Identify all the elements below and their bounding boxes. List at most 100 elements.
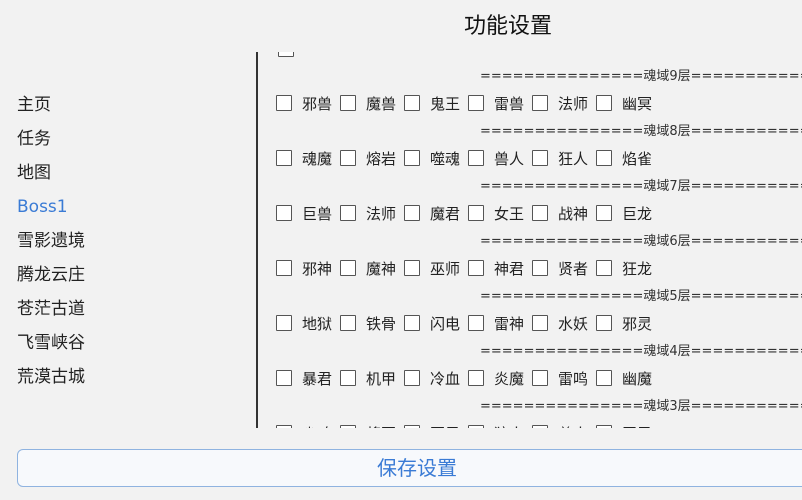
option-checkbox-item[interactable]: 法师 bbox=[532, 93, 596, 114]
option-checkbox-item[interactable]: 雷神 bbox=[468, 313, 532, 334]
option-checkbox-item[interactable]: 狂龙 bbox=[596, 258, 660, 279]
save-settings-button[interactable]: 保存设置 bbox=[17, 449, 802, 487]
option-checkbox-item[interactable]: 地狱 bbox=[276, 313, 340, 334]
option-checkbox-item[interactable]: 邪神 bbox=[276, 258, 340, 279]
sidebar-item-boss1[interactable]: Boss1 bbox=[0, 190, 250, 224]
sidebar-item-ancient-road[interactable]: 苍茫古道 bbox=[0, 292, 250, 326]
option-checkbox-item[interactable]: 闪电 bbox=[404, 313, 468, 334]
option-checkbox-item[interactable]: 魔君 bbox=[404, 203, 468, 224]
option-checkbox-item[interactable]: 战神 bbox=[532, 203, 596, 224]
checkbox[interactable] bbox=[596, 370, 612, 386]
option-checkbox-item[interactable]: 幽魂 bbox=[276, 423, 340, 428]
checkbox-label: 炎魔 bbox=[494, 369, 525, 388]
checkbox[interactable] bbox=[596, 260, 612, 276]
checkbox[interactable] bbox=[340, 95, 356, 111]
checkbox[interactable] bbox=[468, 370, 484, 386]
option-checkbox-item[interactable]: 神君 bbox=[468, 258, 532, 279]
boss-options-panel[interactable]: ===============魂域9层=============== 邪兽 魔兽 鬼王… bbox=[276, 52, 802, 428]
checkbox[interactable] bbox=[340, 205, 356, 221]
sidebar-item-map[interactable]: 地图 bbox=[0, 156, 250, 190]
checkbox[interactable] bbox=[404, 150, 420, 166]
sidebar-item-home[interactable]: 主页 bbox=[0, 88, 250, 122]
option-checkbox-item[interactable]: 熔岩 bbox=[340, 148, 404, 169]
sidebar-item-tasks[interactable]: 任务 bbox=[0, 122, 250, 156]
option-checkbox-item[interactable]: 鬼王 bbox=[404, 93, 468, 114]
checkbox[interactable] bbox=[404, 315, 420, 331]
option-checkbox-item[interactable]: 巨兽 bbox=[276, 203, 340, 224]
option-checkbox-item[interactable]: 贤者 bbox=[532, 258, 596, 279]
checkbox-label: 恶灵 bbox=[622, 423, 652, 429]
checkbox[interactable] bbox=[404, 370, 420, 386]
checkbox[interactable] bbox=[468, 95, 484, 111]
checkbox[interactable] bbox=[404, 425, 420, 428]
option-checkbox-item[interactable]: 幽魔 bbox=[596, 368, 660, 389]
checkbox[interactable] bbox=[532, 425, 548, 428]
checkbox[interactable] bbox=[596, 150, 612, 166]
option-checkbox-item[interactable]: 铁骨 bbox=[340, 313, 404, 334]
checkbox[interactable] bbox=[532, 370, 548, 386]
option-checkbox-item[interactable]: 法师 bbox=[340, 203, 404, 224]
checkbox[interactable] bbox=[404, 205, 420, 221]
checkbox[interactable] bbox=[596, 205, 612, 221]
option-checkbox-item[interactable]: 幽冥 bbox=[596, 93, 660, 114]
option-checkbox-item[interactable]: 噬魂 bbox=[404, 148, 468, 169]
checkbox[interactable] bbox=[468, 150, 484, 166]
checkbox[interactable] bbox=[532, 95, 548, 111]
checkbox[interactable] bbox=[340, 260, 356, 276]
option-checkbox-item[interactable]: 女王 bbox=[468, 203, 532, 224]
checkbox[interactable] bbox=[276, 260, 292, 276]
checkbox[interactable] bbox=[404, 260, 420, 276]
checkbox[interactable] bbox=[532, 260, 548, 276]
option-checkbox-item[interactable]: 狂人 bbox=[532, 148, 596, 169]
checkbox[interactable] bbox=[468, 425, 484, 428]
checkbox[interactable] bbox=[278, 52, 294, 57]
sidebar-item-dragon-manor[interactable]: 腾龙云庄 bbox=[0, 258, 250, 292]
option-checkbox-item[interactable]: 魂魔 bbox=[276, 148, 340, 169]
option-checkbox-item[interactable]: 冷血 bbox=[404, 368, 468, 389]
sidebar-item-snow-realm[interactable]: 雪影遗境 bbox=[0, 224, 250, 258]
option-checkbox-item[interactable]: 巨龙 bbox=[596, 203, 660, 224]
option-checkbox-item[interactable]: 冥界 bbox=[404, 423, 468, 428]
option-checkbox-item[interactable]: 恶灵 bbox=[596, 423, 660, 429]
checkbox[interactable] bbox=[340, 150, 356, 166]
checkbox[interactable] bbox=[596, 425, 612, 428]
checkbox[interactable] bbox=[276, 425, 292, 428]
checkbox[interactable] bbox=[596, 315, 612, 331]
option-checkbox-item[interactable]: 兽人 bbox=[468, 148, 532, 169]
sidebar-item-snow-canyon[interactable]: 飞雪峡谷 bbox=[0, 326, 250, 360]
option-group: ===============魂域8层=============== 魂魔 熔岩 噬魂… bbox=[276, 120, 802, 175]
option-checkbox-item[interactable]: 将军 bbox=[340, 423, 404, 428]
option-checkbox-item[interactable]: 魔神 bbox=[340, 258, 404, 279]
checkbox[interactable] bbox=[276, 150, 292, 166]
checkbox[interactable] bbox=[276, 315, 292, 331]
checkbox[interactable] bbox=[596, 95, 612, 111]
option-checkbox-item[interactable]: 水妖 bbox=[532, 313, 596, 334]
option-checkbox-item[interactable]: 魔兽 bbox=[340, 93, 404, 114]
checkbox[interactable] bbox=[340, 315, 356, 331]
option-checkbox-item[interactable]: 暴君 bbox=[276, 368, 340, 389]
option-checkbox-item[interactable]: 焰雀 bbox=[596, 148, 660, 169]
checkbox[interactable] bbox=[532, 315, 548, 331]
sidebar-item-desert-city[interactable]: 荒漠古城 bbox=[0, 360, 250, 394]
checkbox[interactable] bbox=[340, 425, 356, 428]
checkbox[interactable] bbox=[532, 205, 548, 221]
option-checkbox-item[interactable]: 巫师 bbox=[404, 258, 468, 279]
option-checkbox-item[interactable]: 炎魔 bbox=[468, 368, 532, 389]
checkbox[interactable] bbox=[276, 370, 292, 386]
checkbox[interactable] bbox=[468, 315, 484, 331]
option-checkbox-item[interactable]: 邪兽 bbox=[276, 93, 340, 114]
checkbox[interactable] bbox=[404, 95, 420, 111]
checkbox[interactable] bbox=[468, 205, 484, 221]
option-checkbox-item[interactable]: 狼人 bbox=[468, 423, 532, 428]
option-checkbox-item[interactable]: 邪灵 bbox=[596, 313, 660, 334]
option-checkbox-item[interactable]: 兽人 bbox=[532, 423, 596, 428]
checkbox[interactable] bbox=[276, 205, 292, 221]
option-checkbox-item[interactable]: 雷鸣 bbox=[532, 368, 596, 389]
checkbox[interactable] bbox=[276, 95, 292, 111]
checkbox-label: 雷鸣 bbox=[558, 369, 589, 388]
checkbox[interactable] bbox=[340, 370, 356, 386]
option-checkbox-item[interactable]: 雷兽 bbox=[468, 93, 532, 114]
checkbox[interactable] bbox=[532, 150, 548, 166]
option-checkbox-item[interactable]: 机甲 bbox=[340, 368, 404, 389]
checkbox[interactable] bbox=[468, 260, 484, 276]
